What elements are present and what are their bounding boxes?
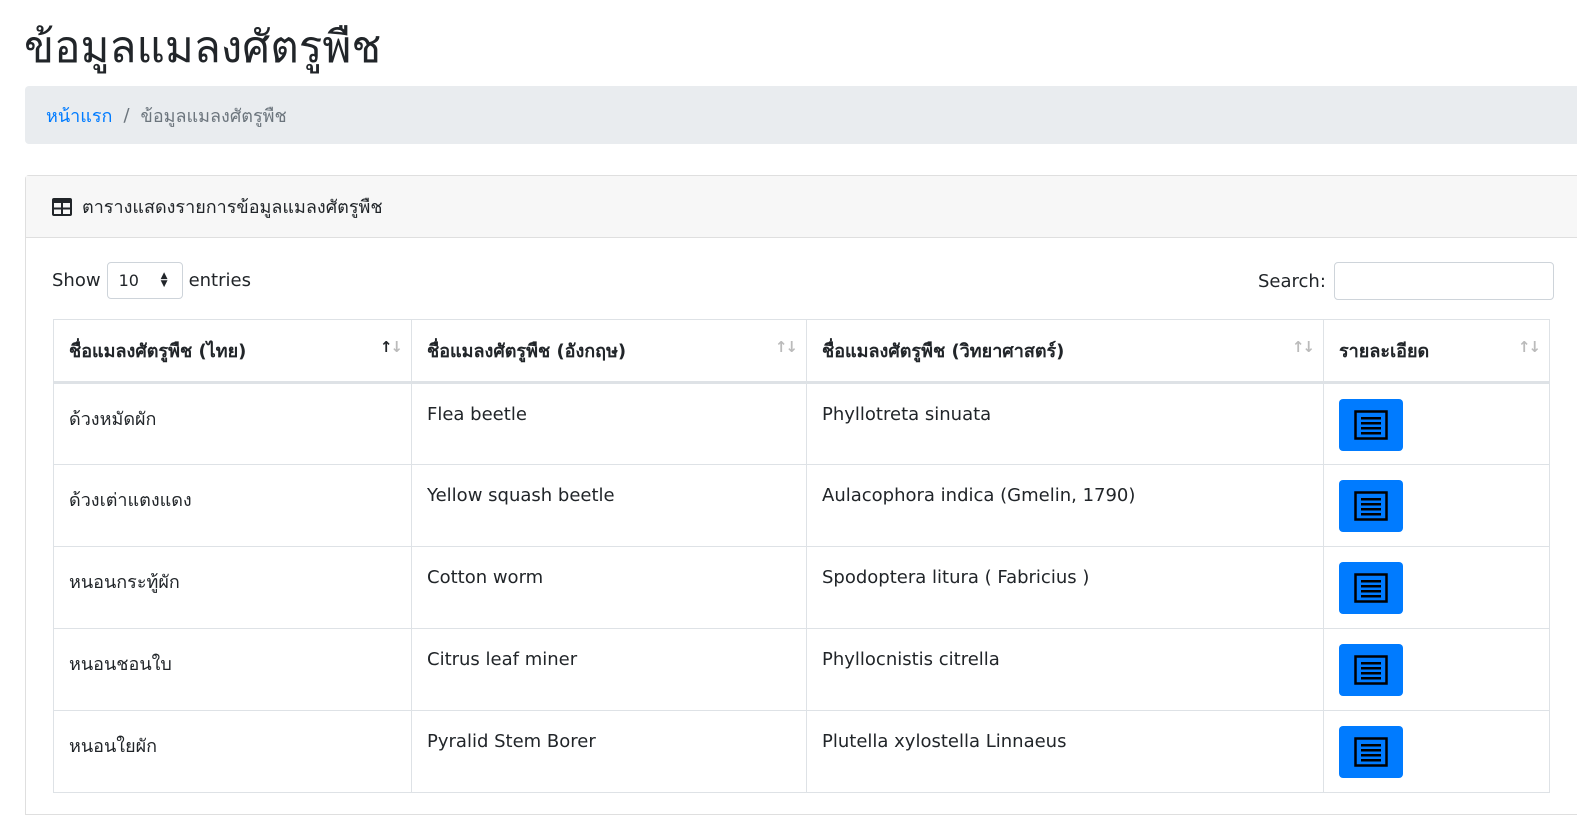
entries-length-control: Show 10 ▲ ▼ entries	[52, 262, 251, 299]
cell-thai-name: หนอนชอนใบ	[53, 628, 412, 711]
column-header-thai[interactable]: ชื่อแมลงศัตรูพืช (ไทย) ↑↓	[53, 319, 412, 384]
list-icon	[1354, 737, 1388, 767]
cell-english-name: Cotton worm	[411, 546, 807, 629]
breadcrumb-current: ข้อมูลแมลงศัตรูพืช	[140, 105, 287, 127]
table-row: ด้วงเต่าแตงแดง Yellow squash beetle Aula…	[53, 464, 1550, 547]
list-icon	[1354, 410, 1388, 440]
table-icon	[52, 197, 72, 216]
column-header-label: ชื่อแมลงศัตรูพืช (อังกฤษ)	[427, 341, 627, 362]
column-header-english[interactable]: ชื่อแมลงศัตรูพืช (อังกฤษ) ↑↓	[411, 319, 807, 384]
search-input[interactable]	[1333, 262, 1554, 300]
column-header-label: ชื่อแมลงศัตรูพืช (ไทย)	[69, 341, 247, 362]
breadcrumb-home-link[interactable]: หน้าแรก	[46, 101, 112, 130]
cell-english-name: Flea beetle	[411, 382, 807, 465]
breadcrumb-separator: /	[123, 104, 130, 126]
table-row: ด้วงหมัดผัก Flea beetle Phyllotreta sinu…	[53, 382, 1550, 465]
insect-table: ชื่อแมลงศัตรูพืช (ไทย) ↑↓ ชื่อแมลงศัตรูพ…	[53, 319, 1550, 793]
search-control: Search:	[1258, 262, 1554, 300]
cell-thai-name: หนอนกระทู้ผัก	[53, 546, 412, 629]
column-header-label: ชื่อแมลงศัตรูพืช (วิทยาศาสตร์)	[822, 341, 1065, 362]
cell-scientific-name: Phyllotreta sinuata	[806, 382, 1324, 465]
cell-english-name: Pyralid Stem Borer	[411, 710, 807, 793]
card-header: ตารางแสดงรายการข้อมูลแมลงศัตรูพืช	[26, 176, 1577, 238]
card-header-title: ตารางแสดงรายการข้อมูลแมลงศัตรูพืช	[82, 197, 383, 218]
cell-thai-name: ด้วงเต่าแตงแดง	[53, 464, 412, 547]
cell-thai-name: หนอนใยผัก	[53, 710, 412, 793]
cell-scientific-name: Aulacophora indica (Gmelin, 1790)	[806, 464, 1324, 547]
entries-select-value: 10	[118, 271, 139, 290]
sort-icon: ↑↓	[1291, 338, 1315, 356]
cell-thai-name: ด้วงหมัดผัก	[53, 382, 412, 465]
show-label: Show	[52, 270, 101, 291]
cell-detail	[1323, 628, 1550, 711]
cell-scientific-name: Spodoptera litura ( Fabricius )	[806, 546, 1324, 629]
cell-english-name: Citrus leaf miner	[411, 628, 807, 711]
page-title: ข้อมูลแมลงศัตรูพืช	[24, 22, 382, 73]
detail-button[interactable]	[1339, 562, 1403, 614]
table-header-row: ชื่อแมลงศัตรูพืช (ไทย) ↑↓ ชื่อแมลงศัตรูพ…	[53, 319, 1550, 384]
column-header-label: รายละเอียด	[1339, 341, 1430, 362]
detail-button[interactable]	[1339, 726, 1403, 778]
cell-detail	[1323, 546, 1550, 629]
column-header-scientific[interactable]: ชื่อแมลงศัตรูพืช (วิทยาศาสตร์) ↑↓	[806, 319, 1324, 384]
sort-icon: ↑↓	[774, 338, 798, 356]
column-header-detail[interactable]: รายละเอียด ↑↓	[1323, 319, 1550, 384]
table-row: หนอนใยผัก Pyralid Stem Borer Plutella xy…	[53, 710, 1550, 793]
cell-detail	[1323, 710, 1550, 793]
cell-detail	[1323, 464, 1550, 547]
table-row: หนอนชอนใบ Citrus leaf miner Phyllocnisti…	[53, 628, 1550, 711]
sort-updown-icon: ▲ ▼	[160, 271, 168, 289]
list-icon	[1354, 491, 1388, 521]
cell-scientific-name: Plutella xylostella Linnaeus	[806, 710, 1324, 793]
sort-icon: ↑↓	[1517, 338, 1541, 356]
entries-label: entries	[188, 270, 251, 291]
detail-button[interactable]	[1339, 399, 1403, 451]
detail-button[interactable]	[1339, 644, 1403, 696]
cell-english-name: Yellow squash beetle	[411, 464, 807, 547]
cell-detail	[1323, 382, 1550, 465]
table-row: หนอนกระทู้ผัก Cotton worm Spodoptera lit…	[53, 546, 1550, 629]
list-icon	[1354, 655, 1388, 685]
sort-ascending-icon: ↑↓	[379, 338, 403, 356]
breadcrumb: หน้าแรก / ข้อมูลแมลงศัตรูพืช	[25, 86, 1577, 144]
search-label: Search:	[1258, 270, 1326, 292]
cell-scientific-name: Phyllocnistis citrella	[806, 628, 1324, 711]
insect-table-card: ตารางแสดงรายการข้อมูลแมลงศัตรูพืช Show 1…	[25, 175, 1577, 815]
entries-select[interactable]: 10 ▲ ▼	[106, 262, 183, 299]
detail-button[interactable]	[1339, 480, 1403, 532]
list-icon	[1354, 573, 1388, 603]
